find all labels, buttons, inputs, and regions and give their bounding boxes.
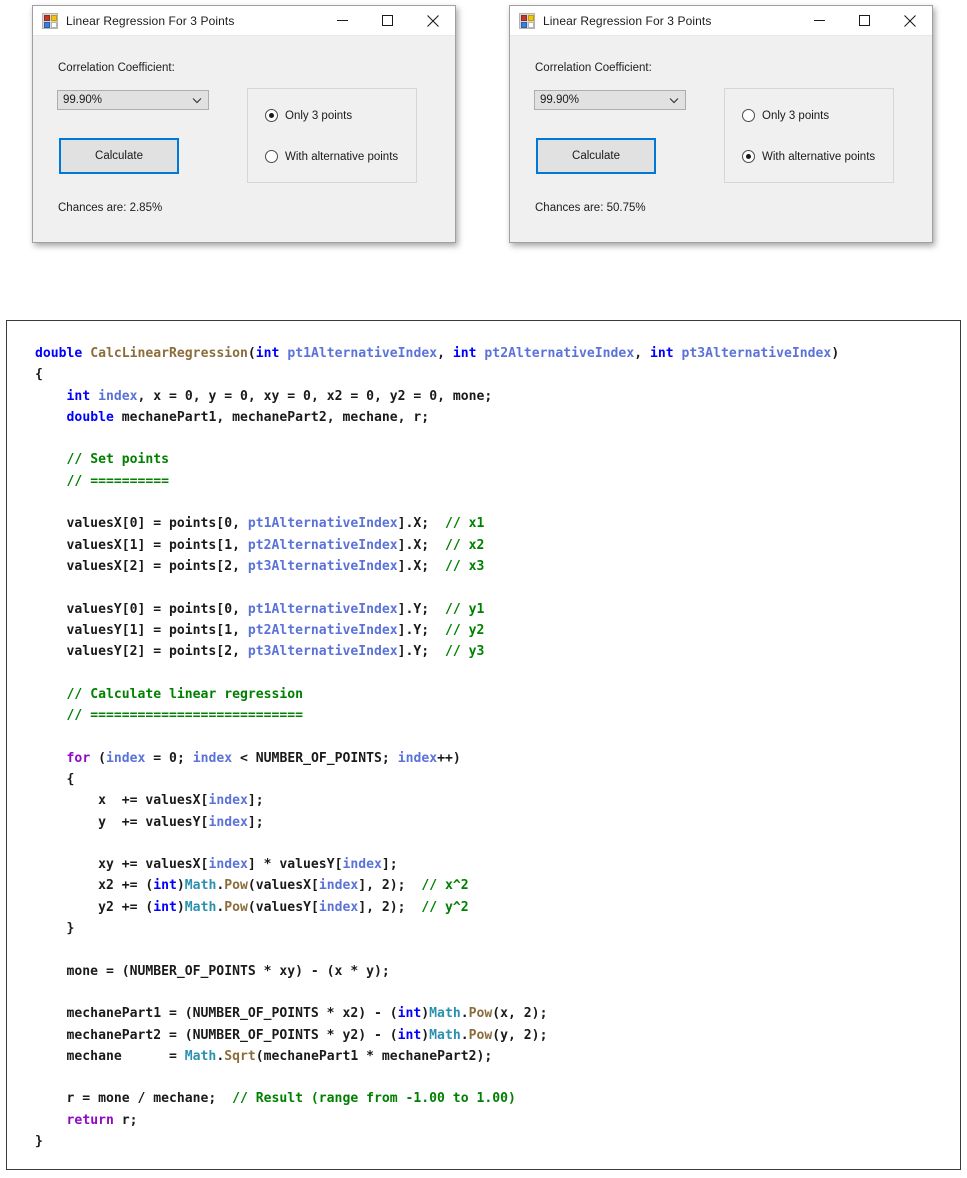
radio-with-alternative-points[interactable]: With alternative points bbox=[742, 150, 875, 163]
correlation-coefficient-combobox[interactable]: 99.90% bbox=[57, 90, 209, 110]
radio-label: Only 3 points bbox=[762, 109, 830, 122]
winforms-app-icon bbox=[42, 12, 58, 29]
result-label: Chances are: 2.85% bbox=[58, 202, 163, 214]
window-left[interactable]: Linear Regression For 3 Points Correlati… bbox=[32, 5, 456, 243]
points-mode-groupbox: Only 3 points With alternative points bbox=[724, 88, 894, 183]
code-panel: double CalcLinearRegression(int pt1Alter… bbox=[6, 320, 961, 1170]
source-code: double CalcLinearRegression(int pt1Alter… bbox=[35, 346, 840, 1149]
radio-selected-icon bbox=[742, 150, 755, 163]
calculate-button[interactable]: Calculate bbox=[59, 138, 179, 174]
points-mode-groupbox: Only 3 points With alternative points bbox=[247, 88, 417, 183]
chevron-down-icon[interactable] bbox=[186, 97, 208, 104]
combobox-value: 99.90% bbox=[63, 94, 103, 106]
minimize-icon[interactable] bbox=[320, 6, 365, 36]
radio-with-alternative-points[interactable]: With alternative points bbox=[265, 150, 398, 163]
caption-buttons bbox=[320, 6, 455, 36]
calculate-button-label: Calculate bbox=[572, 150, 620, 162]
close-icon[interactable] bbox=[887, 6, 932, 36]
calculate-button-label: Calculate bbox=[95, 150, 143, 162]
window-body: Correlation Coefficient: 99.90% Calculat… bbox=[33, 36, 455, 242]
titlebar[interactable]: Linear Regression For 3 Points bbox=[33, 6, 455, 36]
caption-buttons bbox=[797, 6, 932, 36]
titlebar[interactable]: Linear Regression For 3 Points bbox=[510, 6, 932, 36]
result-label: Chances are: 50.75% bbox=[535, 202, 646, 214]
radio-selected-icon bbox=[265, 109, 278, 122]
maximize-icon[interactable] bbox=[365, 6, 410, 36]
window-title: Linear Regression For 3 Points bbox=[66, 13, 235, 28]
calculate-button[interactable]: Calculate bbox=[536, 138, 656, 174]
correlation-coefficient-label: Correlation Coefficient: bbox=[535, 62, 652, 74]
radio-unselected-icon bbox=[742, 109, 755, 122]
maximize-icon[interactable] bbox=[842, 6, 887, 36]
radio-label: Only 3 points bbox=[285, 109, 353, 122]
window-body: Correlation Coefficient: 99.90% Calculat… bbox=[510, 36, 932, 242]
correlation-coefficient-combobox[interactable]: 99.90% bbox=[534, 90, 686, 110]
window-right[interactable]: Linear Regression For 3 Points Correlati… bbox=[509, 5, 933, 243]
close-icon[interactable] bbox=[410, 6, 455, 36]
radio-only-3-points[interactable]: Only 3 points bbox=[265, 109, 352, 122]
radio-unselected-icon bbox=[265, 150, 278, 163]
minimize-icon[interactable] bbox=[797, 6, 842, 36]
winforms-app-icon bbox=[519, 12, 535, 29]
radio-only-3-points[interactable]: Only 3 points bbox=[742, 109, 829, 122]
combobox-value: 99.90% bbox=[540, 94, 580, 106]
radio-label: With alternative points bbox=[762, 150, 876, 163]
radio-label: With alternative points bbox=[285, 150, 399, 163]
chevron-down-icon[interactable] bbox=[663, 97, 685, 104]
correlation-coefficient-label: Correlation Coefficient: bbox=[58, 62, 175, 74]
window-title: Linear Regression For 3 Points bbox=[543, 13, 712, 28]
